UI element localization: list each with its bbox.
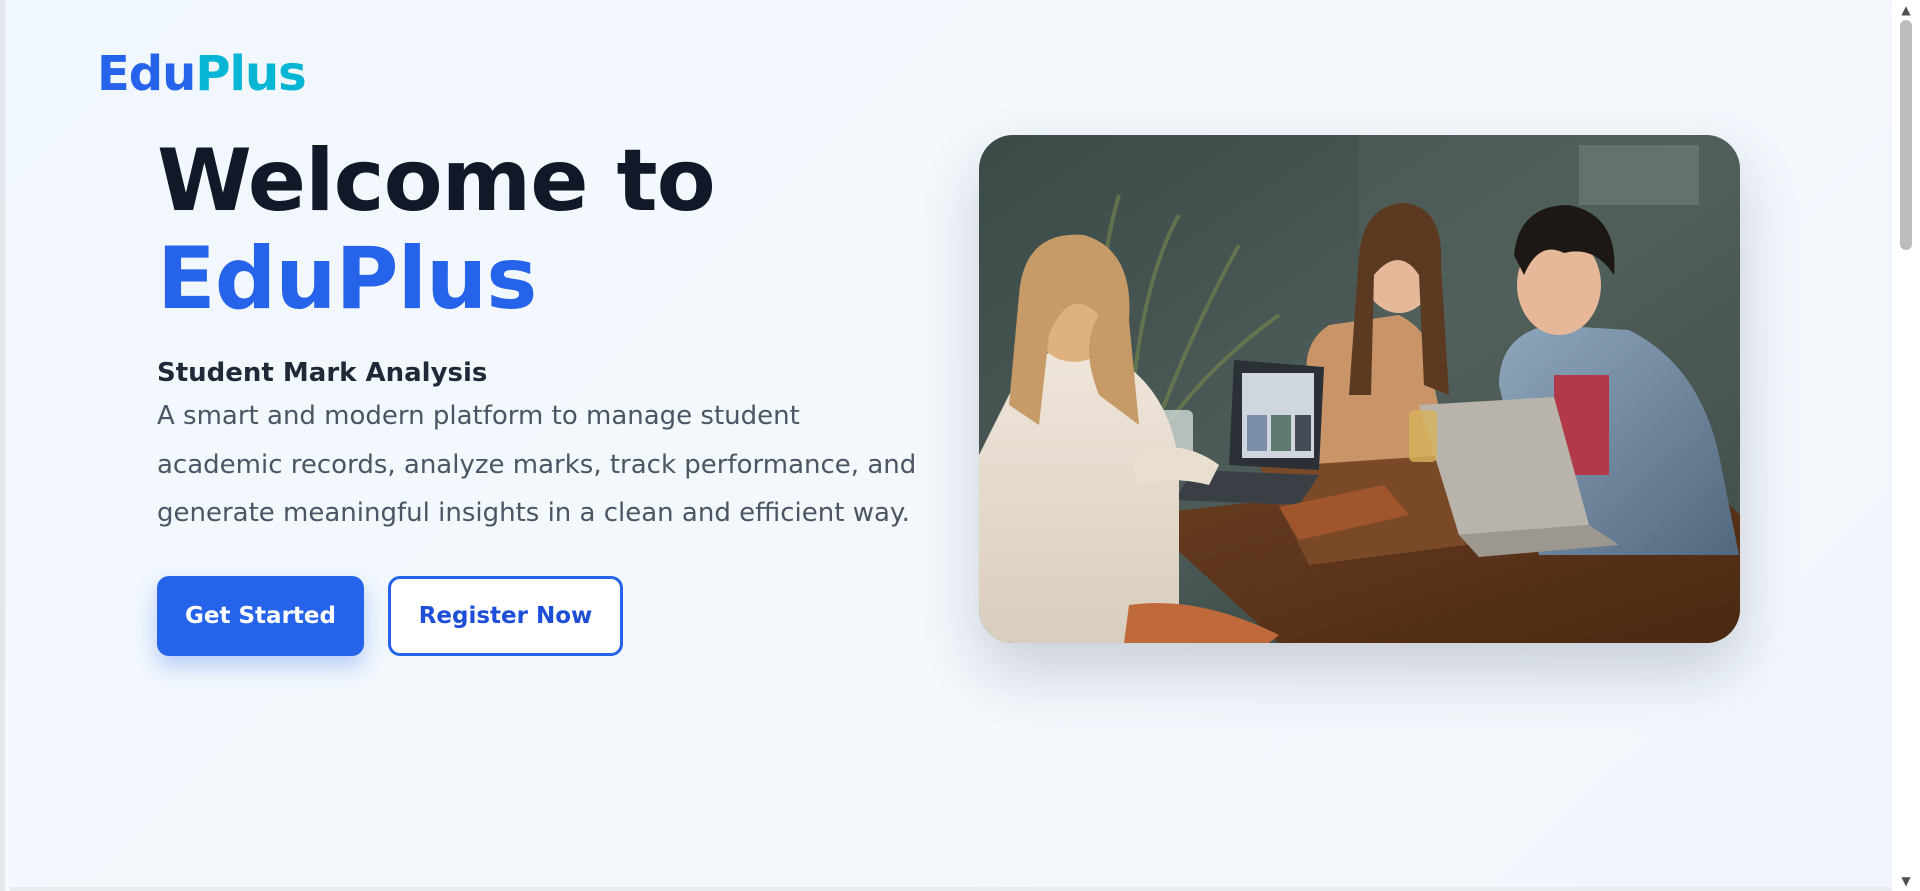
vertical-scrollbar[interactable]: ▲ ▼ bbox=[1892, 0, 1920, 891]
logo-edu-text: Edu bbox=[97, 46, 196, 102]
landing-page: EduPlus Welcome to EduPlus Student Mark … bbox=[5, 0, 1897, 891]
hero-buttons: Get Started Register Now bbox=[157, 575, 917, 656]
scroll-down-arrow-icon[interactable]: ▼ bbox=[1892, 871, 1920, 891]
brand-logo[interactable]: EduPlus bbox=[97, 44, 307, 104]
hero-image bbox=[979, 135, 1740, 643]
scrollbar-thumb[interactable] bbox=[1900, 20, 1912, 250]
get-started-button[interactable]: Get Started bbox=[157, 575, 364, 656]
hero-subtitle: Student Mark Analysis bbox=[157, 358, 488, 388]
headline-line-2: EduPlus bbox=[157, 229, 537, 329]
scroll-up-arrow-icon[interactable]: ▲ bbox=[1892, 0, 1920, 20]
students-collaborating-photo-icon bbox=[979, 135, 1740, 643]
hero-headline: Welcome to EduPlus bbox=[157, 132, 917, 328]
bottom-edge bbox=[10, 887, 1897, 891]
hero-description: A smart and modern platform to manage st… bbox=[157, 401, 917, 528]
hero-text-section: Welcome to EduPlus Student Mark Analysis… bbox=[157, 132, 917, 656]
headline-line-1: Welcome to bbox=[157, 131, 716, 231]
logo-plus-text: Plus bbox=[195, 46, 306, 102]
register-now-button[interactable]: Register Now bbox=[388, 575, 623, 656]
